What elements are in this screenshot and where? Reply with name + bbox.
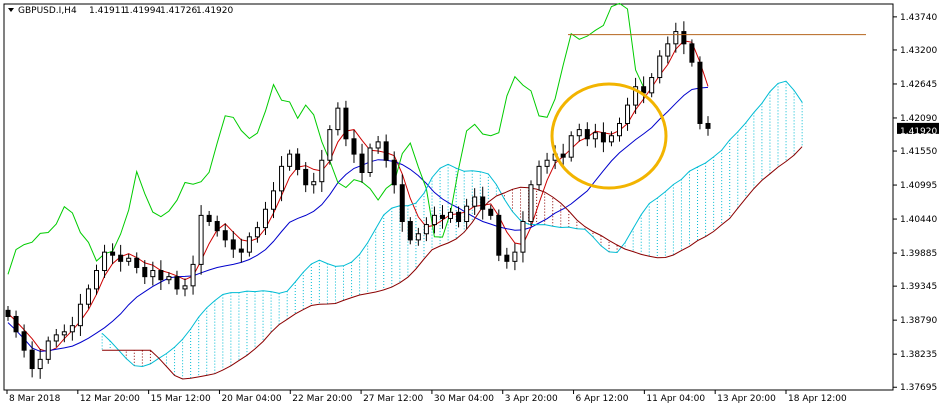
y-tick-label: 1.38790 bbox=[900, 316, 937, 326]
y-tick-label: 1.43740 bbox=[900, 13, 937, 23]
x-tick-label: 30 Mar 04:00 bbox=[434, 394, 494, 404]
x-tick-label: 18 Apr 12:00 bbox=[788, 394, 847, 404]
y-tick-label: 1.42090 bbox=[900, 114, 937, 124]
candle bbox=[198, 205, 204, 275]
x-tick-label: 27 Mar 12:00 bbox=[363, 394, 423, 404]
price-chart[interactable]: 1.43740 1.43200 1.42645 1.42090 1.41550 1.409… bbox=[0, 0, 939, 411]
x-tick-label: 20 Mar 04:00 bbox=[221, 394, 281, 404]
y-tick-label: 1.40440 bbox=[900, 215, 937, 225]
x-tick-label: 8 Mar 2018 bbox=[9, 394, 61, 404]
x-axis: 8 Mar 2018 12 Mar 20:00 15 Mar 12:00 20 Mar… bbox=[6, 390, 847, 404]
candle bbox=[689, 39, 695, 67]
high-value: 1.41994 bbox=[124, 6, 161, 16]
current-price-label: 1.41920 bbox=[900, 127, 937, 137]
x-tick-label: 11 Apr 04:00 bbox=[646, 394, 705, 404]
close-value: 1.41920 bbox=[196, 6, 233, 16]
x-tick-label: 13 Apr 20:00 bbox=[717, 394, 776, 404]
candle bbox=[407, 217, 413, 245]
candle bbox=[568, 131, 574, 162]
x-tick-label: 15 Mar 12:00 bbox=[151, 394, 211, 404]
candle bbox=[697, 56, 703, 130]
chart-window: 1.43740 1.43200 1.42645 1.42090 1.41550 1.409… bbox=[0, 0, 939, 411]
plot-area bbox=[3, 3, 894, 391]
x-tick-label: 22 Mar 20:00 bbox=[292, 394, 352, 404]
candle bbox=[367, 143, 373, 177]
candle bbox=[496, 209, 502, 262]
x-tick-label: 3 Apr 20:00 bbox=[505, 394, 558, 404]
y-tick-label: 1.40995 bbox=[900, 181, 937, 191]
y-tick-label: 1.37695 bbox=[900, 383, 937, 393]
y-tick-label: 1.42645 bbox=[900, 80, 937, 90]
y-tick-label: 1.38235 bbox=[900, 350, 937, 360]
candle bbox=[528, 180, 534, 226]
y-tick-label: 1.39885 bbox=[900, 249, 937, 259]
chart-header: GBPUSD.I,H4 1.41911 1.41994 1.41726 1.41… bbox=[8, 6, 233, 16]
current-price-tag: 1.41920 bbox=[897, 122, 939, 137]
y-axis: 1.43740 1.43200 1.42645 1.42090 1.41550 1.409… bbox=[893, 13, 937, 393]
x-tick-label: 6 Apr 12:00 bbox=[576, 394, 629, 404]
symbol-label: GBPUSD.I,H4 bbox=[18, 6, 77, 16]
candle bbox=[45, 336, 51, 364]
y-tick-label: 1.43200 bbox=[900, 46, 937, 56]
y-tick-label: 1.39345 bbox=[900, 282, 937, 292]
candle bbox=[327, 125, 333, 165]
open-value: 1.41911 bbox=[89, 6, 126, 16]
x-tick-label: 12 Mar 20:00 bbox=[80, 394, 140, 404]
y-tick-label: 1.41550 bbox=[900, 147, 937, 157]
low-value: 1.41726 bbox=[160, 6, 197, 16]
